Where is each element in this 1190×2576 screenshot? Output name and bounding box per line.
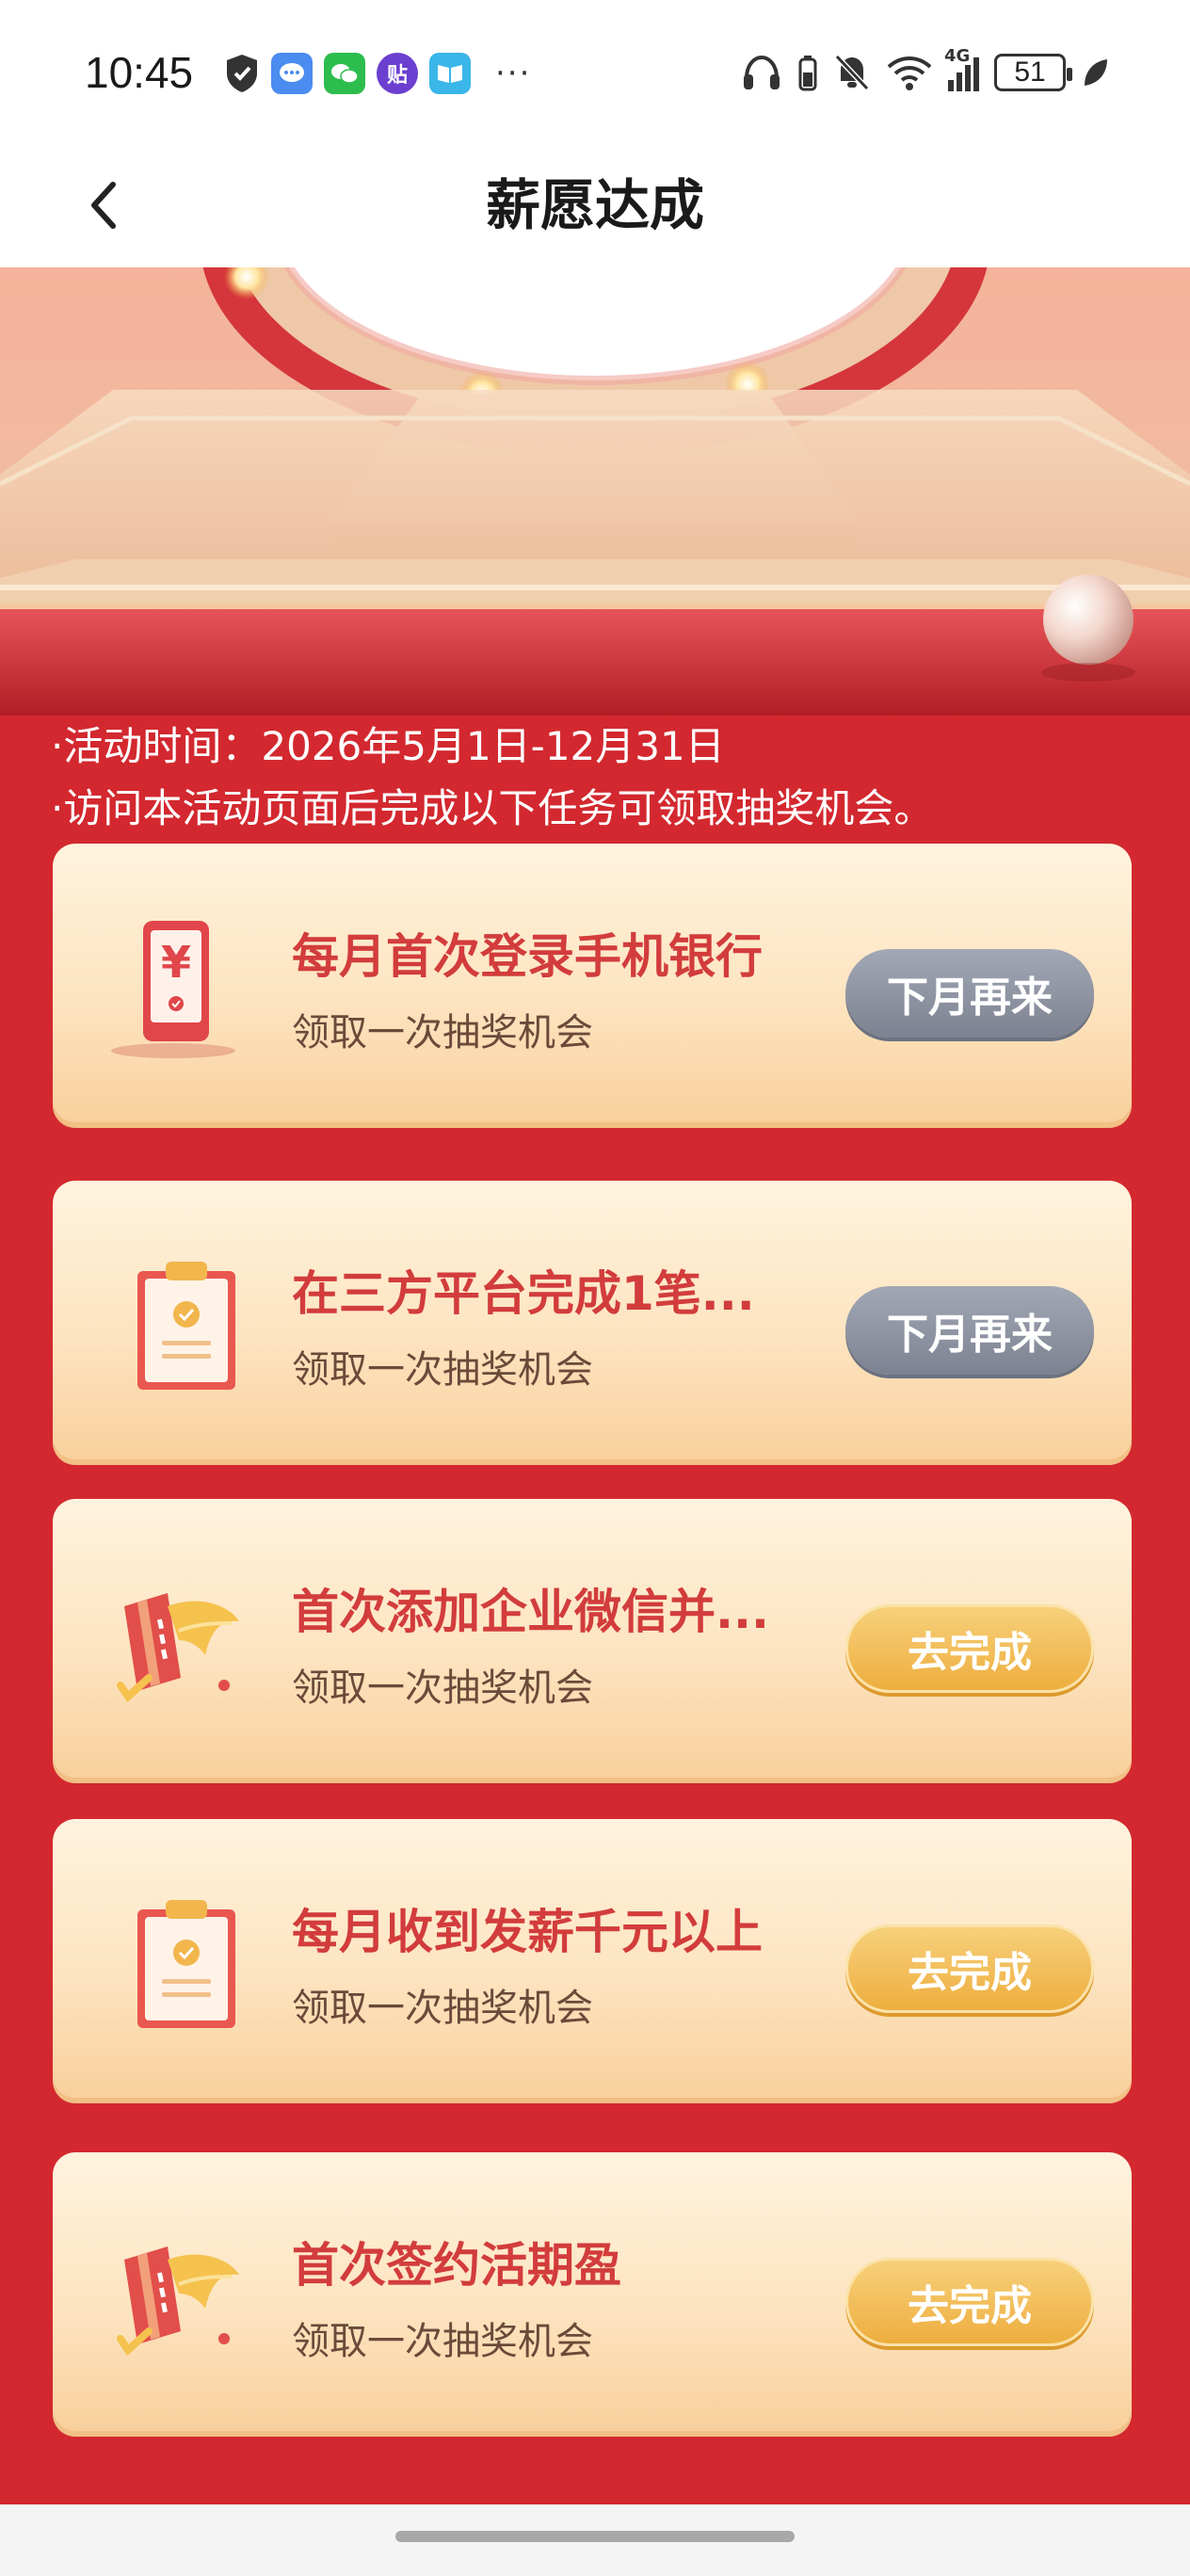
- task-subtitle: 领取一次抽奖机会: [292, 1011, 593, 1055]
- task-title: 首次签约活期盈: [292, 2238, 621, 2293]
- status-time: 10:45: [85, 48, 194, 97]
- task-subtitle: 领取一次抽奖机会: [292, 1987, 593, 2030]
- leaf-icon: [1085, 59, 1107, 86]
- task-subtitle: 领取一次抽奖机会: [292, 1348, 593, 1392]
- device-battery-icon: [798, 56, 817, 91]
- task-section: ·活动时间：2026年5月1日-12月31日 ·访问本活动页面后完成以下任务可领…: [0, 716, 1190, 2504]
- activity-time: ·活动时间：2026年5月1日-12月31日: [51, 723, 725, 769]
- go-complete-button[interactable]: 去完成: [845, 1604, 1094, 1693]
- clipboard-check-icon: [137, 1900, 235, 2028]
- battery-indicator: 51: [994, 54, 1072, 91]
- page-title: 薪愿达成: [485, 173, 704, 237]
- task-card: 在三方平台完成1笔... 领取一次抽奖机会 下月再来: [53, 1181, 1132, 1465]
- home-indicator[interactable]: [395, 2531, 795, 2542]
- wifi-icon: [887, 56, 932, 90]
- task-card: 每月收到发薪千元以上 领取一次抽奖机会 去完成: [53, 1819, 1132, 2103]
- battery-level: 51: [1014, 56, 1046, 88]
- reader-app-icon: [429, 53, 471, 94]
- network-type-label: 4G: [944, 46, 971, 66]
- come-next-month-button[interactable]: 下月再来: [845, 1286, 1094, 1375]
- nav-header: 薪愿达成: [0, 141, 1190, 267]
- bank-card-icon: [117, 2246, 239, 2357]
- mute-bell-icon: [834, 54, 870, 91]
- stage-illustration: [0, 267, 1190, 716]
- clipboard-check-icon: [137, 1262, 235, 1390]
- task-card: 首次签约活期盈 领取一次抽奖机会 去完成: [53, 2152, 1132, 2437]
- task-card: ¥ 每月首次登录手机银行 领取一次抽奖机会 下月再来: [53, 844, 1132, 1128]
- task-title: 在三方平台完成1笔...: [292, 1266, 755, 1321]
- wechat-app-icon: [324, 53, 365, 94]
- cellular-signal: 4G: [944, 46, 979, 91]
- go-complete-button[interactable]: 去完成: [845, 1924, 1094, 2013]
- task-title: 首次添加企业微信并...: [292, 1585, 769, 1639]
- task-subtitle: 领取一次抽奖机会: [292, 2320, 593, 2363]
- activity-description: ·访问本活动页面后完成以下任务可领取抽奖机会。: [51, 785, 934, 831]
- tieba-app-icon: 贴: [377, 53, 418, 94]
- notification-icons: 贴 ···: [224, 53, 531, 94]
- task-title: 每月收到发薪千元以上: [292, 1905, 763, 1959]
- gesture-bar: [0, 2504, 1190, 2576]
- task-subtitle: 领取一次抽奖机会: [292, 1666, 593, 1710]
- activity-notes: ·活动时间：2026年5月1日-12月31日 ·访问本活动页面后完成以下任务可领…: [51, 716, 933, 840]
- status-bar: 10:45 贴 ··· 4G 51: [0, 0, 1190, 141]
- svg-text:¥: ¥: [161, 937, 191, 988]
- task-card: 首次添加企业微信并... 领取一次抽奖机会 去完成: [53, 1499, 1132, 1783]
- headphones-icon: [744, 55, 780, 89]
- hero-banner: [0, 267, 1190, 716]
- message-app-icon: [271, 53, 313, 94]
- come-next-month-button[interactable]: 下月再来: [845, 949, 1094, 1038]
- go-complete-button[interactable]: 去完成: [845, 2258, 1094, 2346]
- tieba-glyph: 贴: [386, 64, 408, 88]
- more-notifications-icon: ···: [495, 55, 532, 92]
- task-title: 每月首次登录手机银行: [292, 929, 763, 984]
- bank-card-icon: [117, 1593, 239, 1703]
- phone-yen-icon: ¥: [111, 921, 235, 1058]
- system-icons: 4G 51: [741, 46, 1109, 92]
- shield-icon: [227, 55, 257, 92]
